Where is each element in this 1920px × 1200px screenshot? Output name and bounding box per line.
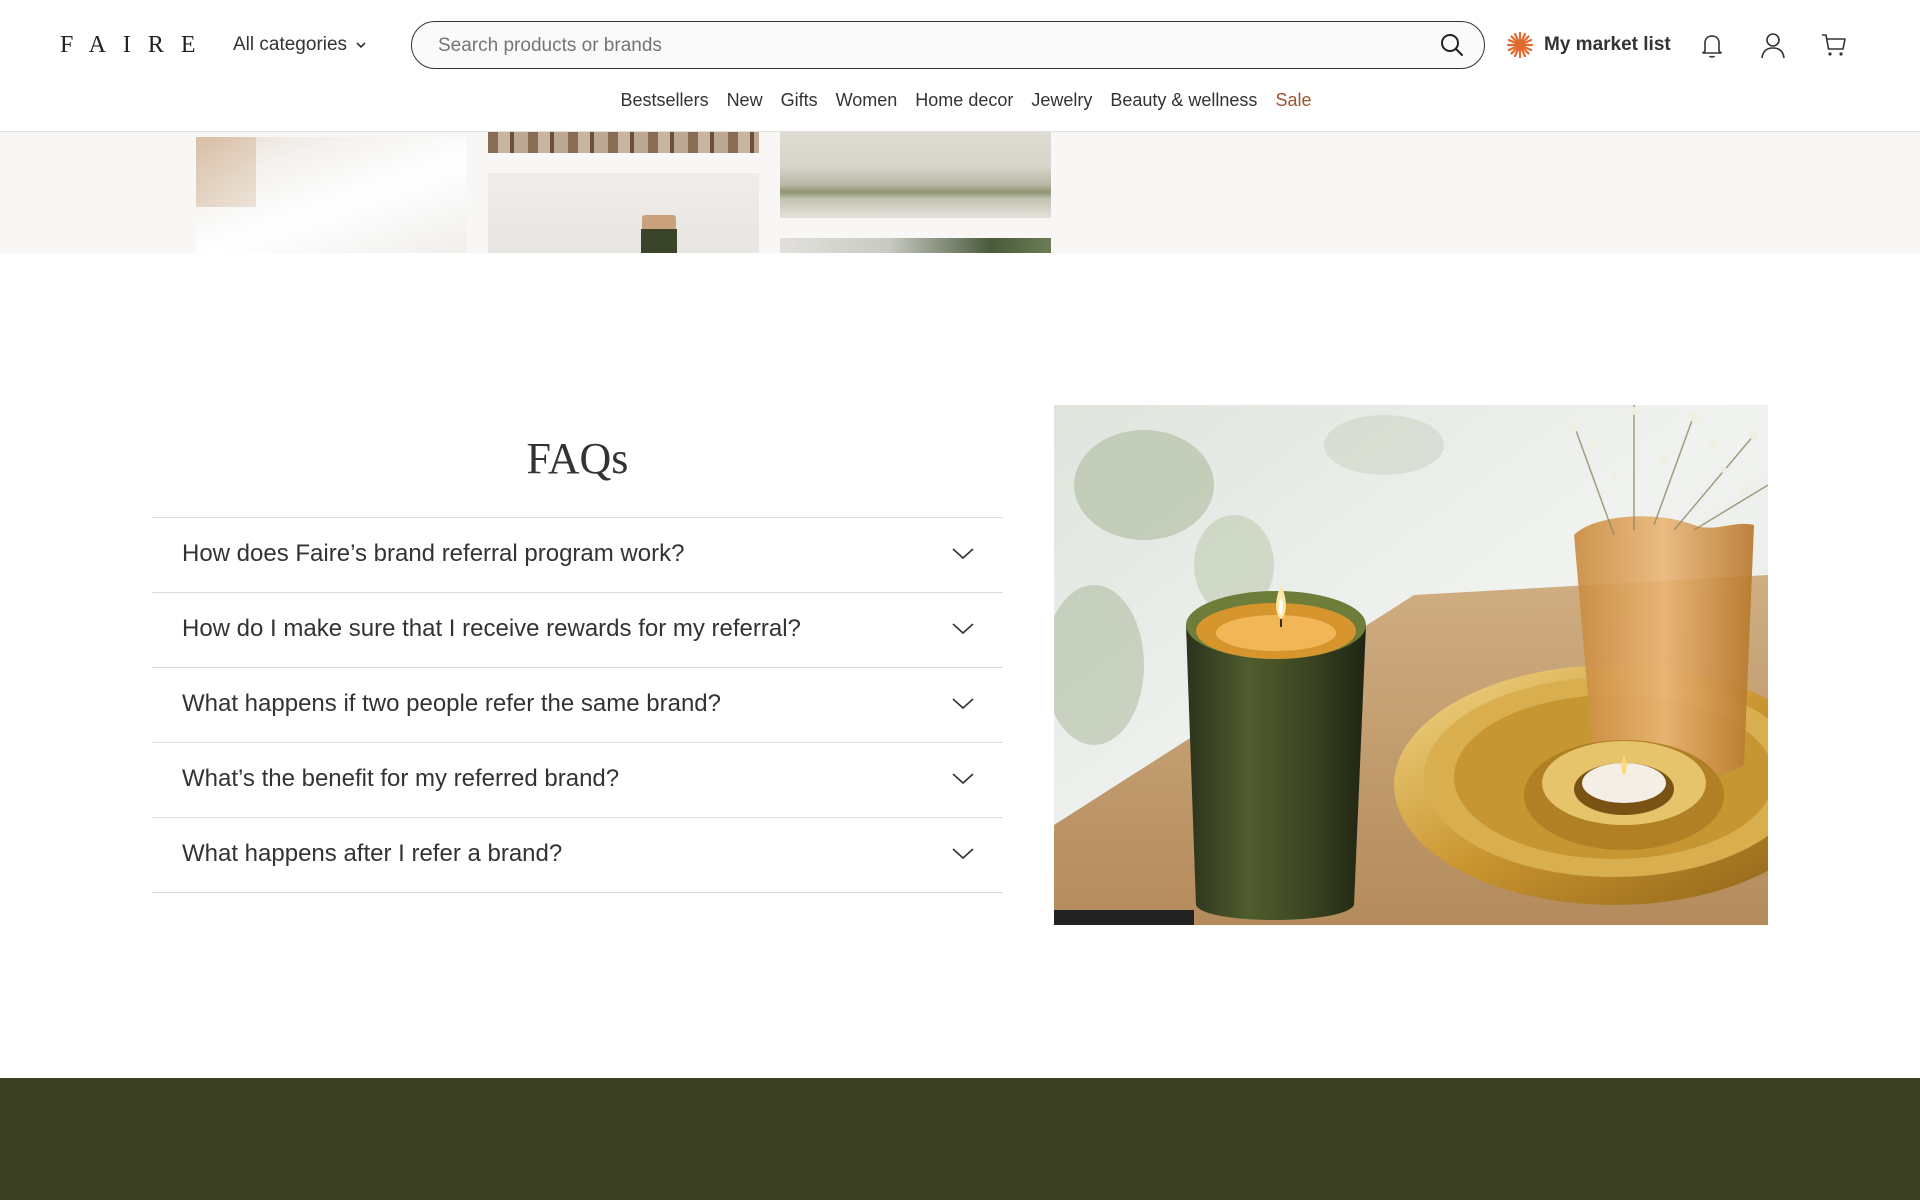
faq-item[interactable]: How does Faire’s brand referral program … [152, 518, 1003, 593]
faq-item[interactable]: What happens if two people refer the sam… [152, 668, 1003, 743]
footer-band [0, 1078, 1920, 1200]
shelf-photo [780, 131, 1051, 218]
nav-jewelry[interactable]: Jewelry [1031, 90, 1092, 111]
bell-icon [1702, 35, 1722, 58]
candle-scene-illustration [1054, 405, 1768, 925]
faq-item[interactable]: What happens after I refer a brand? [152, 818, 1003, 893]
chevron-down-icon [952, 848, 974, 860]
chevron-down-icon [952, 548, 974, 560]
chevron-down-icon [356, 42, 366, 49]
nav-beauty-wellness[interactable]: Beauty & wellness [1110, 90, 1257, 111]
nav-sale[interactable]: Sale [1275, 90, 1311, 111]
site-header: FAIRE All categories My market list Best… [0, 0, 1920, 132]
faq-title: FAQs [526, 434, 629, 483]
image-collage-strip [0, 131, 1920, 253]
search-button[interactable] [1438, 32, 1466, 60]
nav-women[interactable]: Women [836, 90, 898, 111]
search-input[interactable] [436, 22, 1400, 69]
account-button[interactable] [1758, 30, 1788, 60]
search-icon [1441, 34, 1463, 56]
user-icon [1761, 33, 1785, 59]
sunburst-icon [1506, 31, 1534, 59]
faire-logo[interactable]: FAIRE [60, 32, 213, 59]
faq-list: How does Faire’s brand referral program … [152, 517, 1003, 893]
candle-photo [1054, 405, 1768, 925]
faq-question: What happens if two people refer the sam… [182, 690, 721, 717]
chevron-down-icon [952, 698, 974, 710]
search-bar [411, 21, 1485, 69]
faq-item[interactable]: How do I make sure that I receive reward… [152, 593, 1003, 668]
faq-item[interactable]: What’s the benefit for my referred brand… [152, 743, 1003, 818]
all-categories-label: All categories [233, 34, 348, 55]
bedding-photo [196, 137, 467, 253]
faq-question: How do I make sure that I receive reward… [182, 615, 801, 642]
faq-question: What’s the benefit for my referred brand… [182, 765, 620, 792]
cart-button[interactable] [1819, 30, 1849, 60]
nav-gifts[interactable]: Gifts [781, 90, 818, 111]
notifications-button[interactable] [1697, 30, 1727, 60]
faq-question: How does Faire’s brand referral program … [182, 540, 685, 567]
nav-new[interactable]: New [727, 90, 763, 111]
nav-home-decor[interactable]: Home decor [915, 90, 1013, 111]
chevron-down-icon [952, 773, 974, 785]
my-market-list-label: My market list [1544, 34, 1671, 55]
category-nav: Bestsellers New Gifts Women Home decor J… [0, 90, 1920, 111]
all-categories-dropdown[interactable]: All categories [233, 34, 367, 56]
chevron-down-icon [952, 623, 974, 635]
greenery-photo [780, 238, 1051, 253]
bottle-photo [488, 173, 759, 253]
faq-question: What happens after I refer a brand? [182, 840, 563, 867]
my-market-list-button[interactable]: My market list [1506, 31, 1671, 59]
plaid-fabric-photo [488, 131, 759, 153]
cart-icon [1822, 34, 1846, 56]
nav-bestsellers[interactable]: Bestsellers [621, 90, 709, 111]
